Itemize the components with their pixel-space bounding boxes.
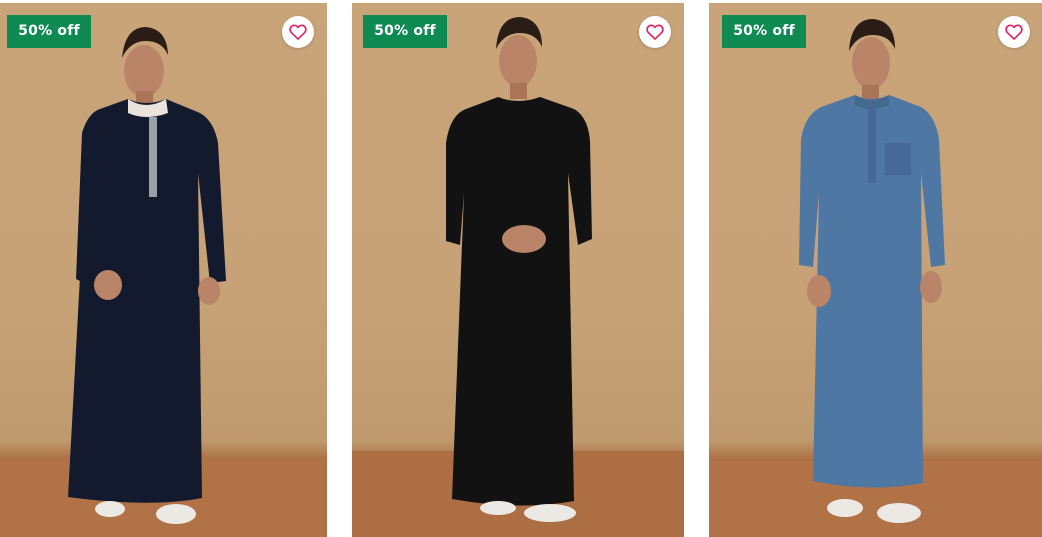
product-image[interactable] <box>709 3 1042 537</box>
product-card[interactable]: 50% off <box>0 3 327 537</box>
product-image[interactable] <box>0 3 327 537</box>
wishlist-button[interactable] <box>639 16 671 48</box>
wishlist-button[interactable] <box>282 16 314 48</box>
discount-badge: 50% off <box>363 15 447 48</box>
product-grid: 50% off 50% off 50% off <box>0 0 1042 537</box>
heart-outline-icon <box>1005 24 1023 40</box>
product-image[interactable] <box>352 3 684 537</box>
heart-outline-icon <box>646 24 664 40</box>
wishlist-button[interactable] <box>998 16 1030 48</box>
discount-badge: 50% off <box>722 15 806 48</box>
discount-badge: 50% off <box>7 15 91 48</box>
product-card[interactable]: 50% off <box>709 3 1042 537</box>
heart-outline-icon <box>289 24 307 40</box>
product-card[interactable]: 50% off <box>352 3 684 537</box>
